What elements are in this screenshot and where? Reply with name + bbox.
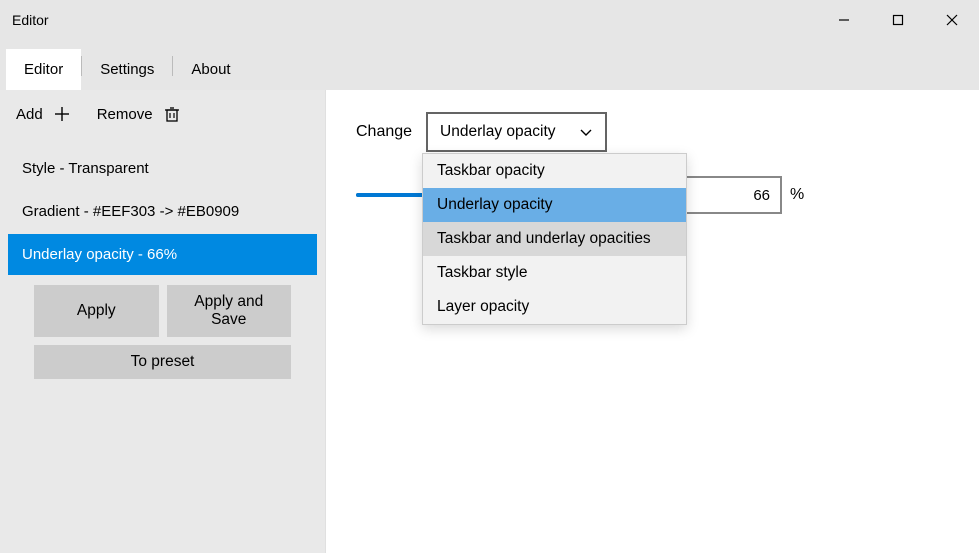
- button-row: To preset: [0, 345, 325, 387]
- tab-settings[interactable]: Settings: [82, 49, 172, 90]
- minimize-button[interactable]: [817, 0, 871, 40]
- sidebar-toolbar: Add Remove: [0, 90, 325, 138]
- combo-value: Underlay opacity: [440, 123, 555, 141]
- window-controls: [817, 0, 979, 40]
- percent-label: %: [790, 186, 804, 204]
- tab-editor[interactable]: Editor: [6, 49, 81, 90]
- dropdown-option[interactable]: Underlay opacity: [423, 188, 686, 222]
- content-area: Add Remove Style - Transparent Gradient …: [0, 90, 979, 553]
- to-preset-button[interactable]: To preset: [34, 345, 291, 379]
- maximize-button[interactable]: [871, 0, 925, 40]
- chevron-down-icon: [579, 125, 593, 139]
- close-icon: [946, 14, 958, 26]
- dropdown-option[interactable]: Taskbar opacity: [423, 154, 686, 188]
- apply-button[interactable]: Apply: [34, 285, 159, 337]
- dropdown-option[interactable]: Layer opacity: [423, 290, 686, 324]
- plus-icon: [53, 105, 71, 123]
- add-button[interactable]: Add: [16, 105, 71, 123]
- rule-item[interactable]: Underlay opacity - 66%: [8, 234, 317, 275]
- tab-bar: Editor Settings About: [0, 40, 979, 90]
- opacity-input[interactable]: [684, 176, 782, 214]
- tab-about[interactable]: About: [173, 49, 248, 90]
- change-dropdown: Taskbar opacity Underlay opacity Taskbar…: [422, 153, 687, 325]
- dropdown-option[interactable]: Taskbar and underlay opacities: [423, 222, 686, 256]
- change-label: Change: [356, 123, 412, 141]
- dropdown-option[interactable]: Taskbar style: [423, 256, 686, 290]
- main-panel: Change Underlay opacity % Taskbar opacit…: [326, 90, 979, 553]
- rule-list: Style - Transparent Gradient - #EEF303 -…: [0, 138, 325, 277]
- change-combobox[interactable]: Underlay opacity: [426, 112, 607, 152]
- trash-icon: [163, 105, 181, 123]
- sidebar: Add Remove Style - Transparent Gradient …: [0, 90, 326, 553]
- rule-item[interactable]: Gradient - #EEF303 -> #EB0909: [8, 191, 317, 232]
- change-row: Change Underlay opacity: [356, 112, 949, 152]
- minimize-icon: [838, 14, 850, 26]
- titlebar: Editor: [0, 0, 979, 40]
- rule-item[interactable]: Style - Transparent: [8, 148, 317, 189]
- remove-button[interactable]: Remove: [97, 105, 181, 123]
- maximize-icon: [892, 14, 904, 26]
- close-button[interactable]: [925, 0, 979, 40]
- window-title: Editor: [12, 12, 817, 28]
- button-row: Apply Apply and Save: [0, 277, 325, 345]
- add-label: Add: [16, 106, 43, 123]
- remove-label: Remove: [97, 106, 153, 123]
- apply-save-button[interactable]: Apply and Save: [167, 285, 292, 337]
